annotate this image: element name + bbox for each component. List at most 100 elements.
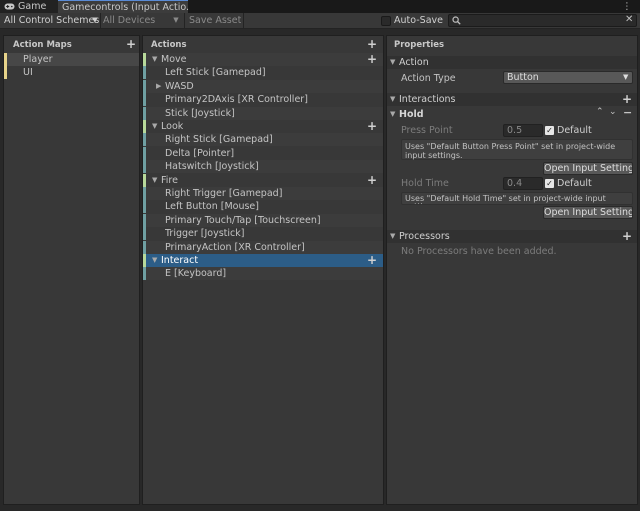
- expand-triangle-icon: ▼: [390, 58, 396, 66]
- gamepad-icon: [4, 1, 18, 12]
- collapsed-triangle-icon[interactable]: ▶: [156, 80, 161, 93]
- binding-label: PrimaryAction [XR Controller]: [165, 241, 305, 253]
- add-binding-button[interactable]: +: [367, 53, 377, 65]
- press-point-default-label: Default: [557, 125, 592, 136]
- binding-label: Primary Touch/Tap [Touchscreen]: [165, 214, 321, 226]
- add-action-button[interactable]: +: [367, 38, 377, 50]
- control-schemes-dropdown[interactable]: All Control Schemes ▼: [4, 13, 100, 28]
- binding-row[interactable]: Stick [Joystick]: [143, 106, 383, 120]
- binding-row[interactable]: Trigger [Joystick]: [143, 227, 383, 241]
- action-row[interactable]: ▼ Fire +: [143, 173, 383, 187]
- actions-header: Actions: [151, 40, 187, 50]
- binding-label: E [Keyboard]: [165, 268, 227, 280]
- hold-time-default-label: Default: [557, 178, 592, 189]
- add-binding-button[interactable]: +: [367, 120, 377, 132]
- action-map-item[interactable]: UI: [4, 66, 139, 79]
- binding-color-bar: [143, 213, 146, 227]
- interactions-section-header[interactable]: ▼ Interactions +: [387, 93, 637, 106]
- hold-time-label: Hold Time: [401, 178, 449, 189]
- tab-gamecontrols-label: Gamecontrols (Input Actio...: [62, 2, 188, 13]
- tab-menu-icon[interactable]: ⋮: [614, 0, 640, 13]
- map-color-bar: [4, 66, 7, 79]
- binding-color-bar: [143, 187, 146, 200]
- binding-row[interactable]: Right Trigger [Gamepad]: [143, 187, 383, 200]
- processors-section-header[interactable]: ▼ Processors +: [387, 230, 637, 243]
- move-up-icon[interactable]: ⌃: [596, 107, 604, 117]
- divider: [100, 13, 101, 28]
- search-input[interactable]: ✕: [448, 14, 637, 27]
- binding-color-bar: [143, 93, 146, 107]
- devices-dropdown[interactable]: All Devices ▼: [103, 13, 183, 28]
- no-processors-text: No Processors have been added.: [401, 246, 557, 257]
- properties-header: Properties: [394, 40, 445, 50]
- action-map-item[interactable]: Player: [4, 53, 139, 66]
- binding-label: Stick [Joystick]: [165, 107, 235, 119]
- action-type-label: Action Type: [401, 73, 456, 84]
- expand-triangle-icon[interactable]: ▼: [152, 254, 157, 267]
- actions-panel: Actions + ▼ Move + Left Stick [Gamepad] ▶ WAS…: [142, 35, 384, 505]
- press-point-default-checkbox[interactable]: ✓: [545, 126, 554, 135]
- press-point-help: Uses "Default Button Press Point" set in…: [401, 139, 633, 160]
- search-icon: [452, 16, 461, 28]
- expand-triangle-icon: ▼: [390, 95, 396, 103]
- action-section-label: Action: [399, 57, 429, 68]
- binding-row[interactable]: Left Stick [Gamepad]: [143, 66, 383, 80]
- binding-row[interactable]: PrimaryAction [XR Controller]: [143, 240, 383, 254]
- binding-row[interactable]: Primary2DAxis [XR Controller]: [143, 93, 383, 107]
- processors-section-label: Processors: [399, 231, 450, 242]
- move-down-icon[interactable]: ⌄: [609, 107, 617, 117]
- hold-time-field[interactable]: 0.4: [503, 177, 543, 190]
- remove-interaction-icon[interactable]: −: [623, 106, 632, 119]
- action-label: Fire: [161, 174, 178, 186]
- action-type-dropdown[interactable]: Button ▼: [503, 71, 633, 84]
- clear-search-icon[interactable]: ✕: [625, 14, 633, 25]
- hold-time-default-checkbox[interactable]: ✓: [545, 179, 554, 188]
- add-action-map-button[interactable]: +: [126, 38, 136, 50]
- binding-row[interactable]: Left Button [Mouse]: [143, 200, 383, 214]
- add-binding-button[interactable]: +: [367, 174, 377, 186]
- binding-row[interactable]: Hatswitch [Joystick]: [143, 160, 383, 174]
- press-point-field[interactable]: 0.5: [503, 124, 543, 137]
- binding-label: Trigger [Joystick]: [165, 228, 245, 240]
- save-asset-button[interactable]: Save Asset: [189, 13, 241, 28]
- hold-interaction-header[interactable]: ▼ Hold ⌃ ⌄ −: [387, 106, 637, 121]
- binding-color-bar: [143, 146, 146, 160]
- binding-label: Right Stick [Gamepad]: [165, 134, 273, 146]
- expand-triangle-icon[interactable]: ▼: [152, 174, 157, 187]
- open-input-settings-button[interactable]: Open Input Settings: [543, 162, 633, 175]
- binding-label: WASD: [165, 80, 194, 92]
- binding-row[interactable]: E [Keyboard]: [143, 267, 383, 281]
- auto-save-checkbox[interactable]: [381, 16, 391, 26]
- interactions-section-label: Interactions: [399, 94, 456, 105]
- action-section-header[interactable]: ▼ Action: [387, 56, 637, 69]
- composite-row[interactable]: ▶ WASD: [143, 79, 383, 93]
- open-input-settings-button[interactable]: Open Input Settings: [543, 206, 633, 219]
- expand-triangle-icon[interactable]: ▼: [152, 120, 157, 133]
- add-interaction-button[interactable]: +: [622, 93, 632, 105]
- action-map-label: UI: [23, 67, 33, 78]
- binding-row[interactable]: Right Stick [Gamepad]: [143, 133, 383, 147]
- hold-time-help: Uses "Default Hold Time" set in project-…: [401, 192, 633, 205]
- expand-triangle-icon[interactable]: ▼: [152, 53, 157, 66]
- tab-game[interactable]: Game: [0, 0, 58, 13]
- toolbar: All Control Schemes ▼ All Devices ▼ Save…: [0, 13, 640, 29]
- action-row[interactable]: ▼ Look +: [143, 120, 383, 133]
- action-label: Interact: [161, 255, 199, 266]
- properties-panel: Properties ▼ Action Action Type Button ▼…: [386, 35, 638, 505]
- action-map-label: Player: [23, 54, 53, 65]
- map-color-bar: [4, 53, 7, 66]
- binding-label: Primary2DAxis [XR Controller]: [165, 94, 308, 106]
- action-label: Look: [161, 121, 184, 132]
- action-row[interactable]: ▼ Interact +: [143, 254, 383, 267]
- add-binding-button[interactable]: +: [367, 254, 377, 266]
- action-color-bar: [143, 120, 146, 133]
- binding-color-bar: [143, 227, 146, 241]
- devices-label: All Devices: [103, 15, 156, 26]
- binding-row[interactable]: Delta [Pointer]: [143, 146, 383, 160]
- action-row[interactable]: ▼ Move +: [143, 53, 383, 66]
- expand-triangle-icon: ▼: [390, 110, 396, 118]
- action-color-bar: [143, 254, 146, 267]
- tab-gamecontrols[interactable]: Gamecontrols (Input Actio...: [58, 0, 188, 13]
- add-processor-button[interactable]: +: [622, 230, 632, 242]
- binding-row[interactable]: Primary Touch/Tap [Touchscreen]: [143, 213, 383, 227]
